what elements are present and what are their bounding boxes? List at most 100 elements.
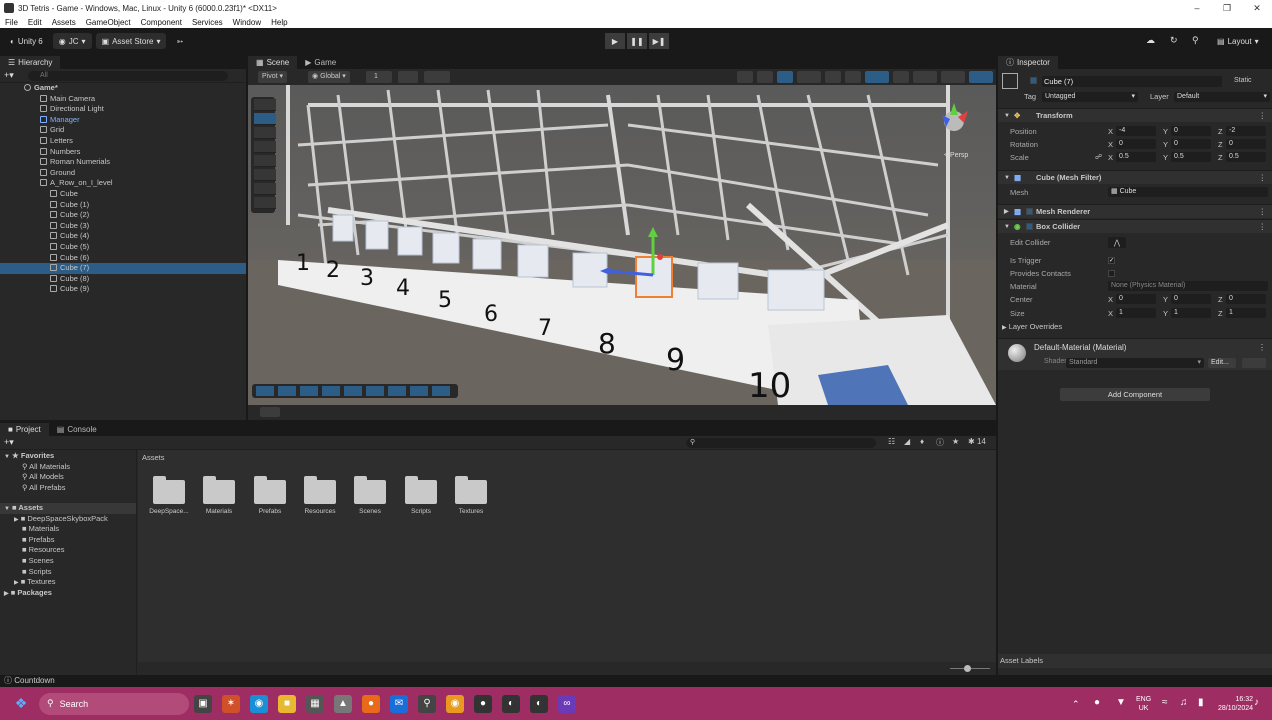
scale-x-field[interactable]: 0.5 xyxy=(1116,152,1156,162)
file-explorer-icon[interactable]: ■ xyxy=(278,694,296,713)
overlay-button[interactable] xyxy=(366,386,384,396)
maximize-button[interactable]: ❐ xyxy=(1212,0,1242,16)
tag-dropdown[interactable]: Untagged ▾ xyxy=(1042,92,1138,102)
shader-options-button[interactable] xyxy=(1242,358,1266,368)
copilot-icon[interactable]: ✶ xyxy=(222,694,240,713)
zoom-slider-handle[interactable] xyxy=(964,665,971,672)
pause-button[interactable]: ❚❚ xyxy=(627,33,647,49)
clock[interactable]: 16:32 28/10/2024 xyxy=(1218,695,1253,713)
2d-toggle-button[interactable] xyxy=(825,71,841,83)
mesh-renderer-header[interactable]: ▶ ▩ Mesh Renderer ⋮ xyxy=(998,204,1272,218)
size-x-field[interactable]: 1 xyxy=(1116,308,1156,318)
mesh-renderer-enabled-checkbox[interactable] xyxy=(1026,208,1033,215)
layer-dropdown[interactable]: Default ▾ xyxy=(1174,92,1270,102)
search-button[interactable]: ⚲ xyxy=(1192,35,1199,46)
tree-item[interactable]: Cube (2) xyxy=(0,210,246,221)
tree-item[interactable]: Manager xyxy=(0,115,246,126)
favorites-entry[interactable]: ⚲ All Models xyxy=(0,472,136,483)
object-name-input[interactable]: Cube (7) xyxy=(1042,76,1222,87)
scene-visibility-button[interactable] xyxy=(893,71,909,83)
snap-increment-button[interactable] xyxy=(424,71,450,83)
asset-folder[interactable]: DeepSpace... xyxy=(149,476,189,515)
tree-item[interactable]: Cube (1) xyxy=(0,200,246,211)
menu-help[interactable]: Help xyxy=(266,18,292,27)
tree-item-scene[interactable]: Game* xyxy=(0,83,246,94)
layout-dropdown[interactable]: ▤ Layout ▾ xyxy=(1211,33,1265,49)
microphone-icon[interactable]: ▼ xyxy=(1116,697,1126,708)
asset-labels-bar[interactable]: Asset Labels xyxy=(998,654,1272,668)
menu-window[interactable]: Window xyxy=(228,18,266,27)
overlay-button[interactable] xyxy=(278,386,296,396)
position-y-field[interactable]: 0 xyxy=(1171,126,1211,136)
tree-item-selected[interactable]: Cube (7) xyxy=(0,263,246,274)
draw-mode-dropdown[interactable] xyxy=(797,71,821,83)
edit-collider-button[interactable]: ⋀ xyxy=(1108,237,1126,248)
lighting-toggle-button[interactable] xyxy=(845,71,861,83)
overlay-button[interactable] xyxy=(300,386,318,396)
custom-tool-button[interactable] xyxy=(254,197,276,209)
provides-contacts-checkbox[interactable] xyxy=(1108,270,1115,277)
cloud-services-button[interactable]: ☁ xyxy=(1146,35,1155,46)
overlay-button[interactable] xyxy=(388,386,406,396)
tree-item[interactable]: Cube (6) xyxy=(0,253,246,264)
overlay-button[interactable] xyxy=(432,386,450,396)
mesh-field[interactable]: ▦ Cube xyxy=(1108,187,1268,197)
menu-services[interactable]: Services xyxy=(187,18,228,27)
hand-tool-button[interactable] xyxy=(254,99,276,111)
language-indicator[interactable]: ENG UK xyxy=(1136,695,1151,713)
favorites-entry[interactable]: ⚲ All Prefabs xyxy=(0,483,136,494)
app-icon[interactable]: ● xyxy=(474,694,492,713)
component-menu-icon[interactable]: ⋮ xyxy=(1259,109,1267,123)
hierarchy-search-input[interactable]: All xyxy=(28,71,228,81)
camera-dropdown[interactable] xyxy=(941,71,965,83)
favorites-item[interactable]: ▼ ★ Favorites xyxy=(0,451,136,462)
assets-subfolder[interactable]: ■ Resources xyxy=(0,545,136,556)
volume-icon[interactable]: ♫ xyxy=(1180,697,1188,708)
grid-visibility-button[interactable] xyxy=(398,71,418,83)
shading-shaded-button[interactable] xyxy=(757,71,773,83)
tree-item[interactable]: A_Row_on_I_level xyxy=(0,178,246,189)
component-menu-icon[interactable]: ⋮ xyxy=(1259,205,1267,219)
rect-tool-button[interactable] xyxy=(254,155,276,167)
unity-hub-icon[interactable]: ▲ xyxy=(334,694,352,713)
center-z-field[interactable]: 0 xyxy=(1226,294,1266,304)
rotate-tool-button[interactable] xyxy=(254,127,276,139)
unity-account-button[interactable]: ◐ Unity 6 xyxy=(4,33,49,49)
chrome-icon[interactable]: ◉ xyxy=(446,694,464,713)
tree-item[interactable]: Letters xyxy=(0,136,246,147)
audio-toggle-button[interactable] xyxy=(865,71,889,83)
tree-item[interactable]: Cube (3) xyxy=(0,221,246,232)
move-tool-button[interactable] xyxy=(254,113,276,125)
tree-item[interactable]: Ground xyxy=(0,168,246,179)
transform-tool-button[interactable] xyxy=(254,169,276,181)
persp-label[interactable]: < Persp xyxy=(944,152,968,159)
task-view-icon[interactable]: ▣ xyxy=(194,694,212,713)
notification-bell-icon[interactable]: ♪ xyxy=(1254,697,1259,708)
tag-icon[interactable]: ♦ xyxy=(920,437,924,446)
tree-item[interactable]: Directional Light xyxy=(0,104,246,115)
rotation-z-field[interactable]: 0 xyxy=(1226,139,1266,149)
visual-studio-icon[interactable]: ∞ xyxy=(558,694,576,713)
physics-material-field[interactable]: None (Physics Material) xyxy=(1108,281,1268,291)
asset-store-dropdown[interactable]: ▣ Asset Store ▾ xyxy=(95,33,167,49)
play-button[interactable]: ▶ xyxy=(605,33,625,49)
tree-item[interactable]: Grid xyxy=(0,125,246,136)
overlay-button[interactable] xyxy=(410,386,428,396)
unity-icon[interactable]: ◐ xyxy=(502,694,520,713)
project-search-input[interactable]: ⚲ xyxy=(686,438,876,448)
mesh-filter-header[interactable]: ▼ ▦ Cube (Mesh Filter) ⋮ xyxy=(998,170,1272,184)
assets-folder-item[interactable]: ▼ ■ Assets xyxy=(0,503,136,514)
asset-folder[interactable]: Resources xyxy=(300,476,340,515)
transform-header[interactable]: ▼ ✥ Transform ⋮ xyxy=(998,108,1272,122)
component-menu-icon[interactable]: ⋮ xyxy=(1259,220,1267,234)
overlay-button[interactable] xyxy=(322,386,340,396)
center-y-field[interactable]: 0 xyxy=(1171,294,1211,304)
tree-item[interactable]: Cube (8) xyxy=(0,274,246,285)
windows-start-icon[interactable]: ❖ xyxy=(12,695,30,713)
cloud-diff-button[interactable]: ➳ xyxy=(170,33,189,49)
shader-dropdown[interactable]: Standard ▾ xyxy=(1066,358,1204,368)
store-icon[interactable]: ▦ xyxy=(306,694,324,713)
shading-lit-button[interactable] xyxy=(777,71,793,83)
rotation-y-field[interactable]: 0 xyxy=(1171,139,1211,149)
asset-folder[interactable]: Scripts xyxy=(401,476,441,515)
